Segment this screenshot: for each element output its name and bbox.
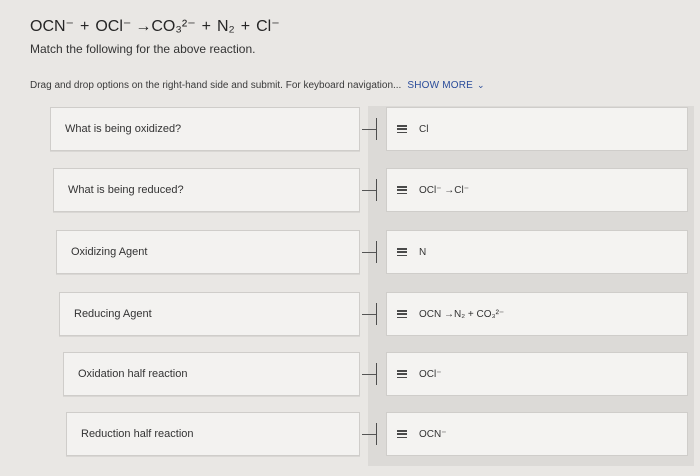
draggable-answer[interactable]: Cl xyxy=(386,107,688,151)
connector-bar xyxy=(376,179,377,201)
drag-handle-icon[interactable] xyxy=(397,430,407,438)
match-prompt-label: Reducing Agent xyxy=(74,308,152,320)
match-prompt: What is being oxidized? xyxy=(50,107,360,151)
show-more-label: SHOW MORE xyxy=(407,80,474,91)
equation-part: →CO₃²⁻ xyxy=(135,18,196,35)
drag-handle-icon[interactable] xyxy=(397,248,407,256)
equation-part: OCN⁻ xyxy=(30,18,74,35)
equation-part: Cl⁻ xyxy=(256,18,280,35)
answer-label: N xyxy=(419,246,427,258)
answer-label: Cl xyxy=(419,123,429,135)
show-more-link[interactable]: SHOW MORE ⌄ xyxy=(407,80,484,91)
instructions-text: Drag and drop options on the right-hand … xyxy=(30,80,402,91)
draggable-answer[interactable]: OCN⁻ xyxy=(386,412,688,456)
draggable-answer[interactable]: OCN →N₂ + CO₃²⁻ xyxy=(386,292,688,336)
match-prompt: Reduction half reaction xyxy=(66,412,360,456)
connector-bar xyxy=(376,118,377,140)
answer-label: OCN⁻ xyxy=(419,428,447,440)
drag-handle-icon[interactable] xyxy=(397,125,407,133)
connector-line xyxy=(362,129,376,130)
equation-part: + xyxy=(201,18,211,35)
draggable-answer[interactable]: OCl⁻ →Cl⁻ xyxy=(386,168,688,212)
connector-bar xyxy=(376,363,377,385)
connector-line xyxy=(362,252,376,253)
question-subtitle: Match the following for the above reacti… xyxy=(30,42,256,56)
draggable-answer[interactable]: N xyxy=(386,230,688,274)
match-prompt-label: Reduction half reaction xyxy=(81,428,194,440)
reaction-equation: OCN⁻ + OCl⁻ →CO₃²⁻ + N₂ + Cl⁻ xyxy=(30,16,280,36)
connector-bar xyxy=(376,241,377,263)
match-prompt: What is being reduced? xyxy=(53,168,360,212)
drag-handle-icon[interactable] xyxy=(397,370,407,378)
drag-handle-icon[interactable] xyxy=(397,310,407,318)
equation-part: + xyxy=(240,18,251,35)
match-prompt-label: What is being reduced? xyxy=(68,184,184,196)
draggable-answer[interactable]: OCl⁻ xyxy=(386,352,688,396)
equation-part: N₂ xyxy=(216,18,235,35)
equation-part: + xyxy=(80,18,90,35)
answer-label: OCl⁻ →Cl⁻ xyxy=(419,184,469,196)
connector-line xyxy=(362,374,376,375)
answer-label: OCN →N₂ + CO₃²⁻ xyxy=(419,308,505,320)
match-prompt-label: Oxidation half reaction xyxy=(78,368,188,380)
question-header: OCN⁻ + OCl⁻ →CO₃²⁻ + N₂ + Cl⁻ Match the … xyxy=(30,16,280,56)
connector-bar xyxy=(376,303,377,325)
connector-line xyxy=(362,190,376,191)
instructions: Drag and drop options on the right-hand … xyxy=(30,80,485,91)
match-prompt-label: Oxidizing Agent xyxy=(71,246,148,258)
match-prompt: Reducing Agent xyxy=(59,292,360,336)
connector-bar xyxy=(376,423,377,445)
connector-line xyxy=(362,314,376,315)
equation-part: OCl⁻ xyxy=(95,18,132,35)
connector-line xyxy=(362,434,376,435)
match-prompt-label: What is being oxidized? xyxy=(65,123,182,135)
answer-label: OCl⁻ xyxy=(419,368,442,380)
drag-handle-icon[interactable] xyxy=(397,186,407,194)
match-prompt: Oxidizing Agent xyxy=(56,230,360,274)
chevron-down-icon: ⌄ xyxy=(477,80,485,90)
match-prompt: Oxidation half reaction xyxy=(63,352,360,396)
